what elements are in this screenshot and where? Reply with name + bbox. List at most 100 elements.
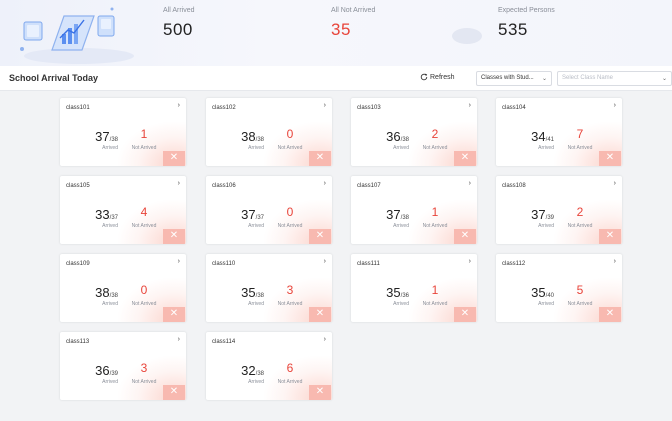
chevron-right-icon[interactable]: › xyxy=(178,180,180,187)
arrived-label: Arrived xyxy=(102,145,118,151)
arrived-label: Arrived xyxy=(102,379,118,385)
arrived-count: 34/41 xyxy=(520,128,554,146)
class-card[interactable]: class111 › 35/36 Arrived 1 Not Arrived ✕ xyxy=(351,254,477,322)
total-value: 37 xyxy=(257,215,264,221)
arrived-count: 33/37 xyxy=(84,206,118,224)
class-name: class111 xyxy=(357,261,380,267)
class-card[interactable]: class102 › 38/38 Arrived 0 Not Arrived ✕ xyxy=(206,98,332,166)
arrived-count: 36/38 xyxy=(375,128,409,146)
chevron-right-icon[interactable]: › xyxy=(614,258,616,265)
chevron-right-icon[interactable]: › xyxy=(324,102,326,109)
chevron-right-icon[interactable]: › xyxy=(469,102,471,109)
class-name-select[interactable]: Select Class Name ⌄ xyxy=(557,71,672,86)
class-card[interactable]: class103 › 36/38 Arrived 2 Not Arrived ✕ xyxy=(351,98,477,166)
close-icon: ✕ xyxy=(454,151,476,166)
not-arrived-label: Not Arrived xyxy=(277,301,303,307)
not-arrived-value: 7 xyxy=(576,127,584,141)
chevron-right-icon[interactable]: › xyxy=(469,258,471,265)
not-arrived-label: Not Arrived xyxy=(277,145,303,151)
not-arrived-value: 1 xyxy=(140,127,148,141)
close-icon: ✕ xyxy=(309,385,331,400)
arrived-label: Arrived xyxy=(538,223,554,229)
class-card[interactable]: class113 › 36/39 Arrived 3 Not Arrived ✕ xyxy=(60,332,186,400)
class-card[interactable]: class110 › 35/38 Arrived 3 Not Arrived ✕ xyxy=(206,254,332,322)
total-value: 36 xyxy=(402,293,409,299)
total-value: 39 xyxy=(547,215,554,221)
total-value: 38 xyxy=(257,293,264,299)
all-arrived-value: 500 xyxy=(163,20,193,39)
all-not-arrived-label: All Not Arrived xyxy=(331,7,376,14)
arrived-label: Arrived xyxy=(248,301,264,307)
class-card[interactable]: class105 › 33/37 Arrived 4 Not Arrived ✕ xyxy=(60,176,186,244)
arrived-count: 37/38 xyxy=(375,206,409,224)
class-card[interactable]: class106 › 37/37 Arrived 0 Not Arrived ✕ xyxy=(206,176,332,244)
chevron-right-icon[interactable]: › xyxy=(469,180,471,187)
class-card[interactable]: class107 › 37/38 Arrived 1 Not Arrived ✕ xyxy=(351,176,477,244)
not-arrived-value: 1 xyxy=(431,283,439,297)
close-icon: ✕ xyxy=(454,307,476,322)
arrived-value: 33 xyxy=(95,207,110,222)
arrived-label: Arrived xyxy=(102,223,118,229)
close-icon: ✕ xyxy=(309,307,331,322)
total-value: 38 xyxy=(257,137,264,143)
class-cards-panel: class101 › 37/38 Arrived 1 Not Arrived ✕ class1… xyxy=(7,91,672,421)
not-arrived-value: 1 xyxy=(431,205,439,219)
arrived-value: 36 xyxy=(386,129,401,144)
chevron-right-icon[interactable]: › xyxy=(614,180,616,187)
class-name-placeholder: Select Class Name xyxy=(562,75,614,81)
arrived-label: Arrived xyxy=(393,145,409,151)
all-not-arrived-value: 35 xyxy=(331,20,351,39)
class-card[interactable]: class108 › 37/39 Arrived 2 Not Arrived ✕ xyxy=(496,176,622,244)
class-name: class101 xyxy=(66,105,90,111)
arrived-label: Arrived xyxy=(393,301,409,307)
not-arrived-label: Not Arrived xyxy=(131,379,157,385)
arrived-value: 37 xyxy=(95,129,110,144)
chevron-right-icon[interactable]: › xyxy=(614,102,616,109)
total-value: 37 xyxy=(111,215,118,221)
not-arrived-value: 0 xyxy=(286,205,294,219)
class-card[interactable]: class101 › 37/38 Arrived 1 Not Arrived ✕ xyxy=(60,98,186,166)
class-name: class102 xyxy=(212,105,236,111)
class-card[interactable]: class112 › 35/40 Arrived 5 Not Arrived ✕ xyxy=(496,254,622,322)
refresh-label: Refresh xyxy=(430,73,455,81)
chevron-right-icon[interactable]: › xyxy=(324,180,326,187)
arrived-value: 38 xyxy=(95,285,110,300)
class-name: class113 xyxy=(66,339,90,345)
total-value: 38 xyxy=(257,371,264,377)
chevron-right-icon[interactable]: › xyxy=(178,336,180,343)
chevron-right-icon[interactable]: › xyxy=(324,258,326,265)
stat-all-arrived: All Arrived 500 xyxy=(163,7,195,40)
class-name: class114 xyxy=(212,339,236,345)
arrived-count: 35/40 xyxy=(520,284,554,302)
chevron-right-icon[interactable]: › xyxy=(324,336,326,343)
class-filter-value: Classes with Stud... xyxy=(481,75,534,81)
arrived-value: 35 xyxy=(531,285,546,300)
not-arrived-value: 3 xyxy=(286,283,294,297)
arrived-count: 35/38 xyxy=(230,284,264,302)
not-arrived-value: 2 xyxy=(431,127,439,141)
not-arrived-value: 2 xyxy=(576,205,584,219)
not-arrived-value: 3 xyxy=(140,361,148,375)
chevron-right-icon[interactable]: › xyxy=(178,102,180,109)
chevron-down-icon: ⌄ xyxy=(541,76,547,82)
total-value: 40 xyxy=(547,293,554,299)
class-card[interactable]: class114 › 32/38 Arrived 6 Not Arrived ✕ xyxy=(206,332,332,400)
not-arrived-label: Not Arrived xyxy=(422,301,448,307)
chevron-right-icon[interactable]: › xyxy=(178,258,180,265)
arrived-label: Arrived xyxy=(538,301,554,307)
arrived-count: 37/37 xyxy=(230,206,264,224)
expected-persons-value: 535 xyxy=(498,20,528,39)
total-value: 38 xyxy=(111,293,118,299)
class-name: class110 xyxy=(212,261,236,267)
arrived-count: 37/38 xyxy=(84,128,118,146)
not-arrived-value: 5 xyxy=(576,283,584,297)
arrived-value: 38 xyxy=(241,129,256,144)
class-card[interactable]: class109 › 38/38 Arrived 0 Not Arrived ✕ xyxy=(60,254,186,322)
class-filter-select[interactable]: Classes with Stud... ⌄ xyxy=(476,71,552,86)
close-icon: ✕ xyxy=(309,151,331,166)
class-name: class103 xyxy=(357,105,381,111)
refresh-button[interactable]: Refresh xyxy=(420,73,455,81)
arrived-value: 36 xyxy=(95,363,110,378)
class-card[interactable]: class104 › 34/41 Arrived 7 Not Arrived ✕ xyxy=(496,98,622,166)
arrived-value: 35 xyxy=(241,285,256,300)
